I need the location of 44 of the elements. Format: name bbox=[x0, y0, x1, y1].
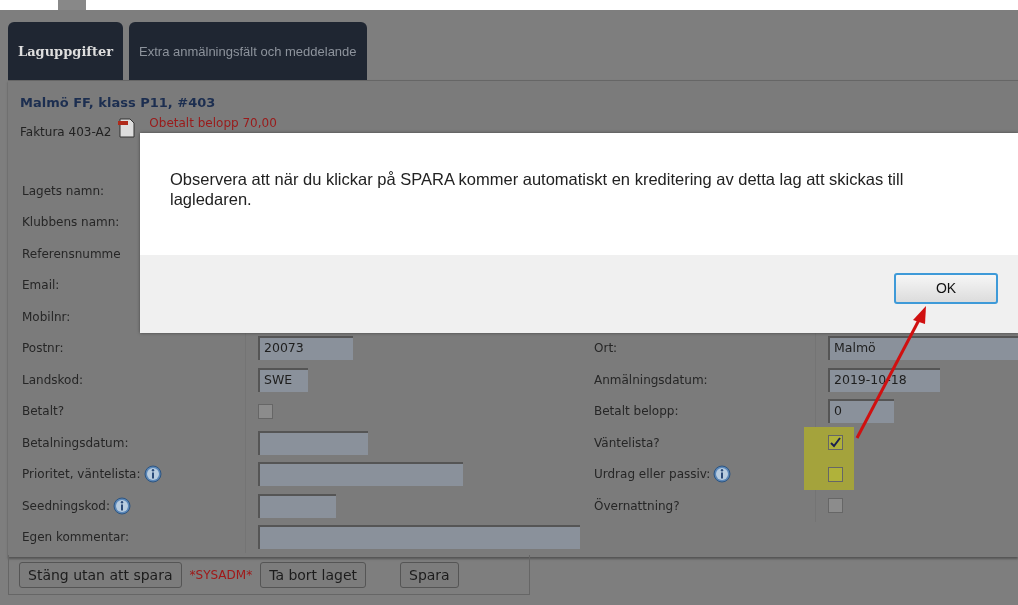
action-button[interactable]: Stäng utan att spara bbox=[19, 561, 182, 588]
tab[interactable]: Laguppgifter bbox=[8, 22, 124, 80]
field-label: Mobilnr: bbox=[22, 309, 71, 324]
field-label: Väntelista? bbox=[594, 435, 660, 450]
field-label: Ort: bbox=[594, 341, 618, 356]
field-label: Email: bbox=[22, 278, 60, 293]
admin-tag: *SYSADM* bbox=[189, 567, 253, 582]
info-icon[interactable] bbox=[713, 465, 732, 484]
ok-button[interactable]: OK bbox=[894, 272, 998, 304]
info-icon[interactable] bbox=[143, 465, 162, 484]
action-button[interactable]: Spara bbox=[400, 561, 459, 588]
balance-text: Obetalt belopp 70,00 bbox=[149, 116, 277, 130]
invoice-label: Faktura 403-A2 bbox=[20, 125, 112, 139]
text-field[interactable] bbox=[258, 493, 336, 518]
text-field[interactable]: Malmö bbox=[828, 336, 1018, 361]
text-field[interactable]: 20073 bbox=[258, 336, 353, 361]
info-icon[interactable] bbox=[112, 496, 131, 515]
text-field[interactable]: SWE bbox=[258, 367, 308, 392]
checkbox[interactable] bbox=[258, 403, 273, 419]
text-field[interactable] bbox=[258, 462, 463, 487]
field-label: Seedningskod: bbox=[22, 498, 110, 513]
field-label: Lagets namn: bbox=[22, 183, 105, 198]
checkbox[interactable] bbox=[828, 435, 843, 451]
team-title: Malmö FF, klass P11, #403 bbox=[19, 94, 217, 111]
field-label: Betalt belopp: bbox=[594, 404, 679, 419]
action-button[interactable]: Ta bort laget bbox=[260, 561, 366, 588]
field-label: Betalningsdatum: bbox=[22, 435, 129, 450]
text-field[interactable]: 0 bbox=[828, 399, 894, 424]
field-label: Betalt? bbox=[22, 404, 65, 419]
field-label: Egen kommentar: bbox=[22, 530, 130, 545]
field-label: Referensnumme bbox=[22, 246, 121, 261]
field-label: Postnr: bbox=[22, 341, 64, 356]
dialog-message: Observera att när du klickar på SPARA kommer automatiskt en kreditering av detta lag att skickas till lagledaren. bbox=[169, 169, 905, 210]
tab[interactable]: Extra anmälningsfält och meddelande bbox=[129, 22, 367, 80]
field-label: Prioritet, väntelista: bbox=[22, 467, 141, 482]
checkbox[interactable] bbox=[828, 498, 843, 514]
field-label: Övernattning? bbox=[594, 498, 680, 513]
field-label: Landskod: bbox=[22, 372, 84, 387]
comment-field[interactable] bbox=[258, 525, 580, 550]
document-icon[interactable] bbox=[115, 117, 138, 139]
text-field[interactable] bbox=[258, 430, 368, 455]
field-label: Anmälningsdatum: bbox=[594, 372, 708, 387]
field-label: Urdrag eller passiv: bbox=[594, 467, 711, 482]
field-label: Klubbens namn: bbox=[22, 215, 120, 230]
